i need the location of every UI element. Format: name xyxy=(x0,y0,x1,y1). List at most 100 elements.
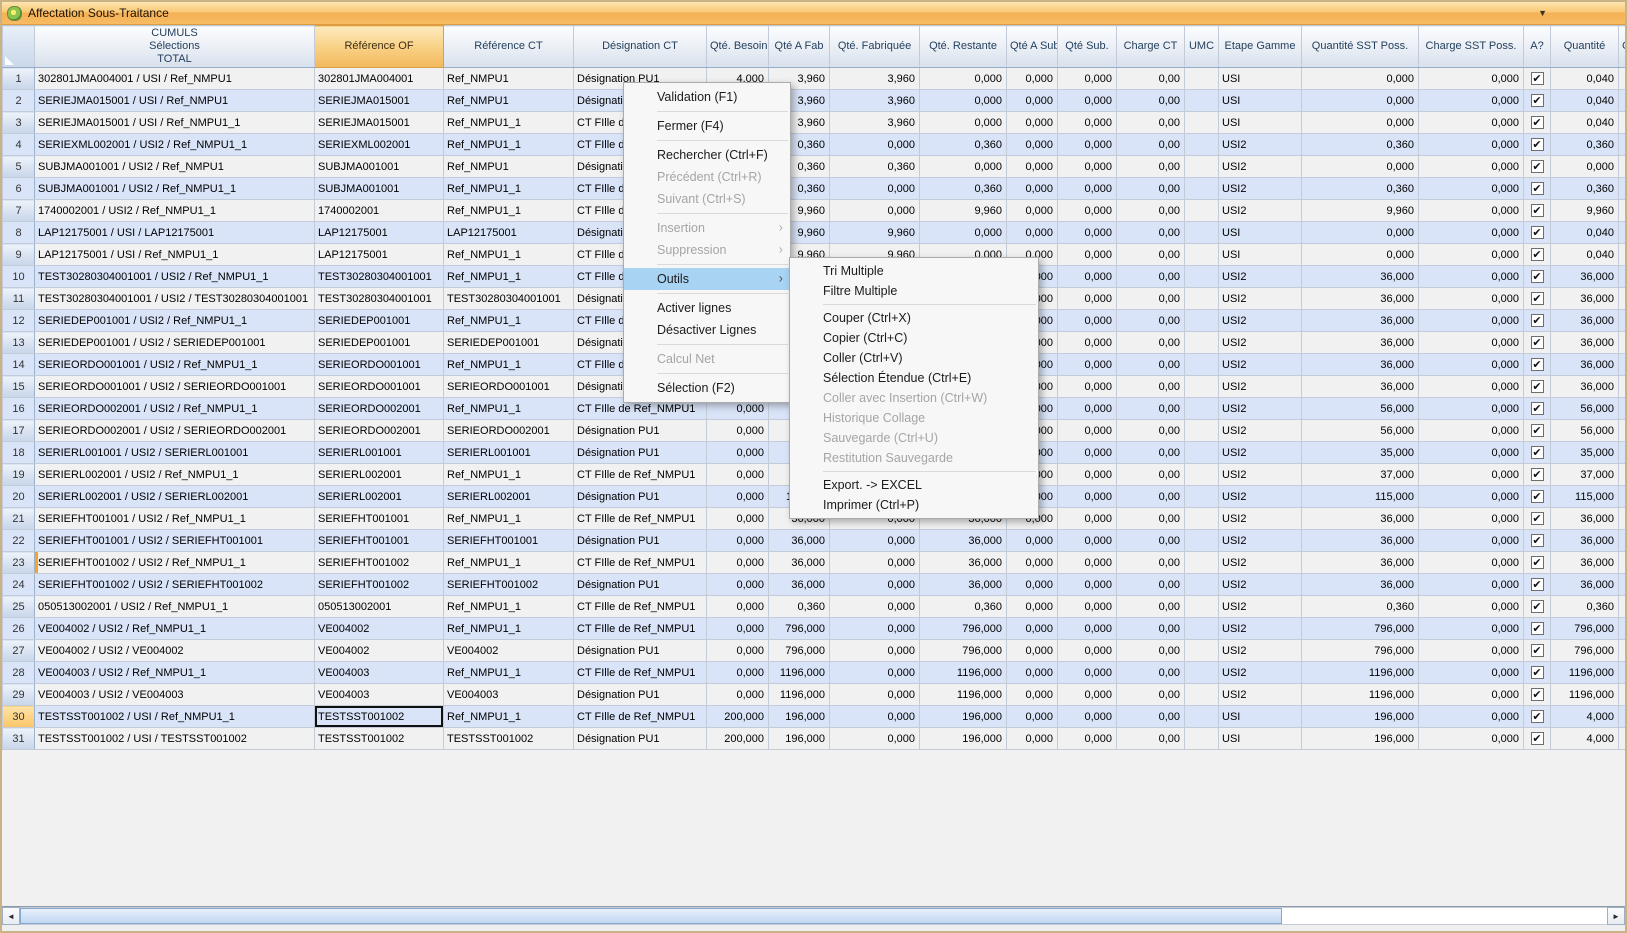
grid-cell[interactable]: 0,00 xyxy=(1117,508,1185,530)
grid-cell[interactable]: SERIEORDO001001 xyxy=(315,376,444,398)
grid-cell[interactable]: SERIEORDO001001 xyxy=(315,354,444,376)
grid-cell[interactable]: 0,00 xyxy=(1117,266,1185,288)
grid-cell[interactable]: TESTSST001002 xyxy=(315,728,444,750)
grid-cell[interactable]: ✔ xyxy=(1524,90,1551,112)
grid-cell[interactable]: 0,000 xyxy=(1302,222,1419,244)
grid-cell[interactable]: SERIERL001001 xyxy=(444,442,574,464)
menu-item-outils[interactable]: Outils› xyxy=(624,268,790,290)
grid-cell[interactable]: 36,000 xyxy=(1302,574,1419,596)
column-header-quantit-sst-poss[interactable]: Quantité SST Poss. xyxy=(1302,26,1419,68)
grid-cell[interactable]: 0,00 xyxy=(1117,376,1185,398)
grid-cell[interactable]: 0,00 xyxy=(1117,244,1185,266)
grid-cell[interactable]: 0,00 xyxy=(1117,288,1185,310)
grid-cell[interactable] xyxy=(1619,640,1626,662)
grid-cell[interactable]: USI2 xyxy=(1219,684,1302,706)
grid-cell[interactable]: 0,000 xyxy=(707,486,769,508)
grid-cell[interactable]: 0,000 xyxy=(707,684,769,706)
grid-cell[interactable] xyxy=(1619,310,1626,332)
row-number[interactable]: 11 xyxy=(3,288,35,310)
grid-cell[interactable]: SERIEDEP001001 / USI2 / Ref_NMPU1_1 xyxy=(35,310,315,332)
grid-cell[interactable]: 0,000 xyxy=(1058,266,1117,288)
grid-cell[interactable]: 0,000 xyxy=(1419,332,1524,354)
grid-cell[interactable]: 0,040 xyxy=(1551,112,1619,134)
grid-cell[interactable]: USI2 xyxy=(1219,398,1302,420)
grid-cell[interactable]: Ref_NMPU1 xyxy=(444,90,574,112)
grid-cell[interactable]: TEST30280304001001 xyxy=(315,266,444,288)
grid-cell[interactable]: SERIERL002001 xyxy=(315,464,444,486)
grid-cell[interactable]: 0,000 xyxy=(707,618,769,640)
grid-cell[interactable]: ✔ xyxy=(1524,464,1551,486)
grid-cell[interactable] xyxy=(1185,222,1219,244)
grid-cell[interactable]: VE004002 / USI2 / Ref_NMPU1_1 xyxy=(35,618,315,640)
checkbox[interactable]: ✔ xyxy=(1531,490,1544,503)
grid-cell[interactable]: VE004002 xyxy=(444,640,574,662)
grid-cell[interactable]: 0,00 xyxy=(1117,640,1185,662)
grid-cell[interactable]: Désignation PU1 xyxy=(574,574,707,596)
grid-cell[interactable]: 0,00 xyxy=(1117,310,1185,332)
grid-cell[interactable] xyxy=(1185,640,1219,662)
grid-cell[interactable]: 0,00 xyxy=(1117,596,1185,618)
grid-cell[interactable]: Ref_NMPU1_1 xyxy=(444,398,574,420)
grid-cell[interactable]: 0,00 xyxy=(1117,178,1185,200)
grid-cell[interactable]: 1196,000 xyxy=(1302,662,1419,684)
checkbox[interactable]: ✔ xyxy=(1531,358,1544,371)
grid-cell[interactable]: 0,000 xyxy=(920,112,1007,134)
grid-cell[interactable]: Désignation PU1 xyxy=(574,728,707,750)
grid-cell[interactable]: 0,00 xyxy=(1117,90,1185,112)
grid-cell[interactable]: USI xyxy=(1219,244,1302,266)
grid-cell[interactable]: VE004002 / USI2 / VE004002 xyxy=(35,640,315,662)
menu-item-fermer-f4[interactable]: Fermer (F4) xyxy=(624,115,790,137)
grid-cell[interactable]: USI2 xyxy=(1219,332,1302,354)
scrollbar-track[interactable] xyxy=(20,907,1607,925)
grid-cell[interactable]: 0,00 xyxy=(1117,420,1185,442)
grid-cell[interactable] xyxy=(1185,420,1219,442)
grid-cell[interactable]: Désignation PU1 xyxy=(574,420,707,442)
grid-cell[interactable]: 1196,000 xyxy=(920,684,1007,706)
grid-cell[interactable]: VE004003 / USI2 / Ref_NMPU1_1 xyxy=(35,662,315,684)
grid-cell[interactable]: 0,000 xyxy=(1419,376,1524,398)
grid-cell[interactable]: 1740002001 / USI2 / Ref_NMPU1_1 xyxy=(35,200,315,222)
grid-cell[interactable]: ✔ xyxy=(1524,354,1551,376)
grid-cell[interactable]: 1196,000 xyxy=(1551,684,1619,706)
grid-cell[interactable]: 0,000 xyxy=(1058,442,1117,464)
checkbox[interactable]: ✔ xyxy=(1531,292,1544,305)
grid-cell[interactable]: 0,000 xyxy=(1419,596,1524,618)
grid-cell[interactable]: 56,000 xyxy=(1551,398,1619,420)
grid-cell[interactable] xyxy=(1185,618,1219,640)
grid-cell[interactable]: 0,000 xyxy=(1419,706,1524,728)
grid-cell[interactable]: ✔ xyxy=(1524,178,1551,200)
grid-cell[interactable]: SERIEXML002001 xyxy=(315,134,444,156)
grid-cell[interactable]: SERIEXML002001 / USI2 / Ref_NMPU1_1 xyxy=(35,134,315,156)
grid-cell[interactable]: 35,000 xyxy=(1551,442,1619,464)
grid-cell[interactable]: USI2 xyxy=(1219,266,1302,288)
grid-cell[interactable]: USI2 xyxy=(1219,200,1302,222)
grid-cell[interactable]: 302801JMA004001 xyxy=(315,68,444,90)
grid-cell[interactable]: 796,000 xyxy=(1302,640,1419,662)
grid-cell[interactable]: SERIEJMA015001 / USI / Ref_NMPU1 xyxy=(35,90,315,112)
grid-cell[interactable]: 0,000 xyxy=(1419,156,1524,178)
checkbox[interactable]: ✔ xyxy=(1531,512,1544,525)
grid-cell[interactable] xyxy=(1619,398,1626,420)
grid-cell[interactable]: 0,000 xyxy=(1058,310,1117,332)
grid-cell[interactable]: Ref_NMPU1_1 xyxy=(444,310,574,332)
grid-cell[interactable]: USI2 xyxy=(1219,376,1302,398)
column-header-c[interactable]: C xyxy=(1619,26,1626,68)
grid-cell[interactable]: 1196,000 xyxy=(920,662,1007,684)
grid-cell[interactable]: 0,00 xyxy=(1117,728,1185,750)
grid-cell[interactable]: SERIEORDO002001 xyxy=(315,398,444,420)
grid-cell[interactable]: USI2 xyxy=(1219,552,1302,574)
grid-cell[interactable]: 0,000 xyxy=(1007,596,1058,618)
grid-cell[interactable]: 0,000 xyxy=(830,574,920,596)
grid-cell[interactable]: SERIEFHT001002 / USI2 / SERIEFHT001002 xyxy=(35,574,315,596)
grid-cell[interactable]: 196,000 xyxy=(769,728,830,750)
grid-cell[interactable]: 0,00 xyxy=(1117,530,1185,552)
grid-cell[interactable]: 0,000 xyxy=(830,640,920,662)
row-number[interactable]: 29 xyxy=(3,684,35,706)
grid-cell[interactable]: 0,000 xyxy=(1058,156,1117,178)
grid-cell[interactable]: 0,000 xyxy=(1419,134,1524,156)
checkbox[interactable]: ✔ xyxy=(1531,314,1544,327)
grid-cell[interactable]: SERIEFHT001001 / USI2 / Ref_NMPU1_1 xyxy=(35,508,315,530)
grid-cell[interactable]: SERIEORDO001001 xyxy=(444,376,574,398)
grid-cell[interactable]: 0,000 xyxy=(707,530,769,552)
grid-cell[interactable]: ✔ xyxy=(1524,332,1551,354)
